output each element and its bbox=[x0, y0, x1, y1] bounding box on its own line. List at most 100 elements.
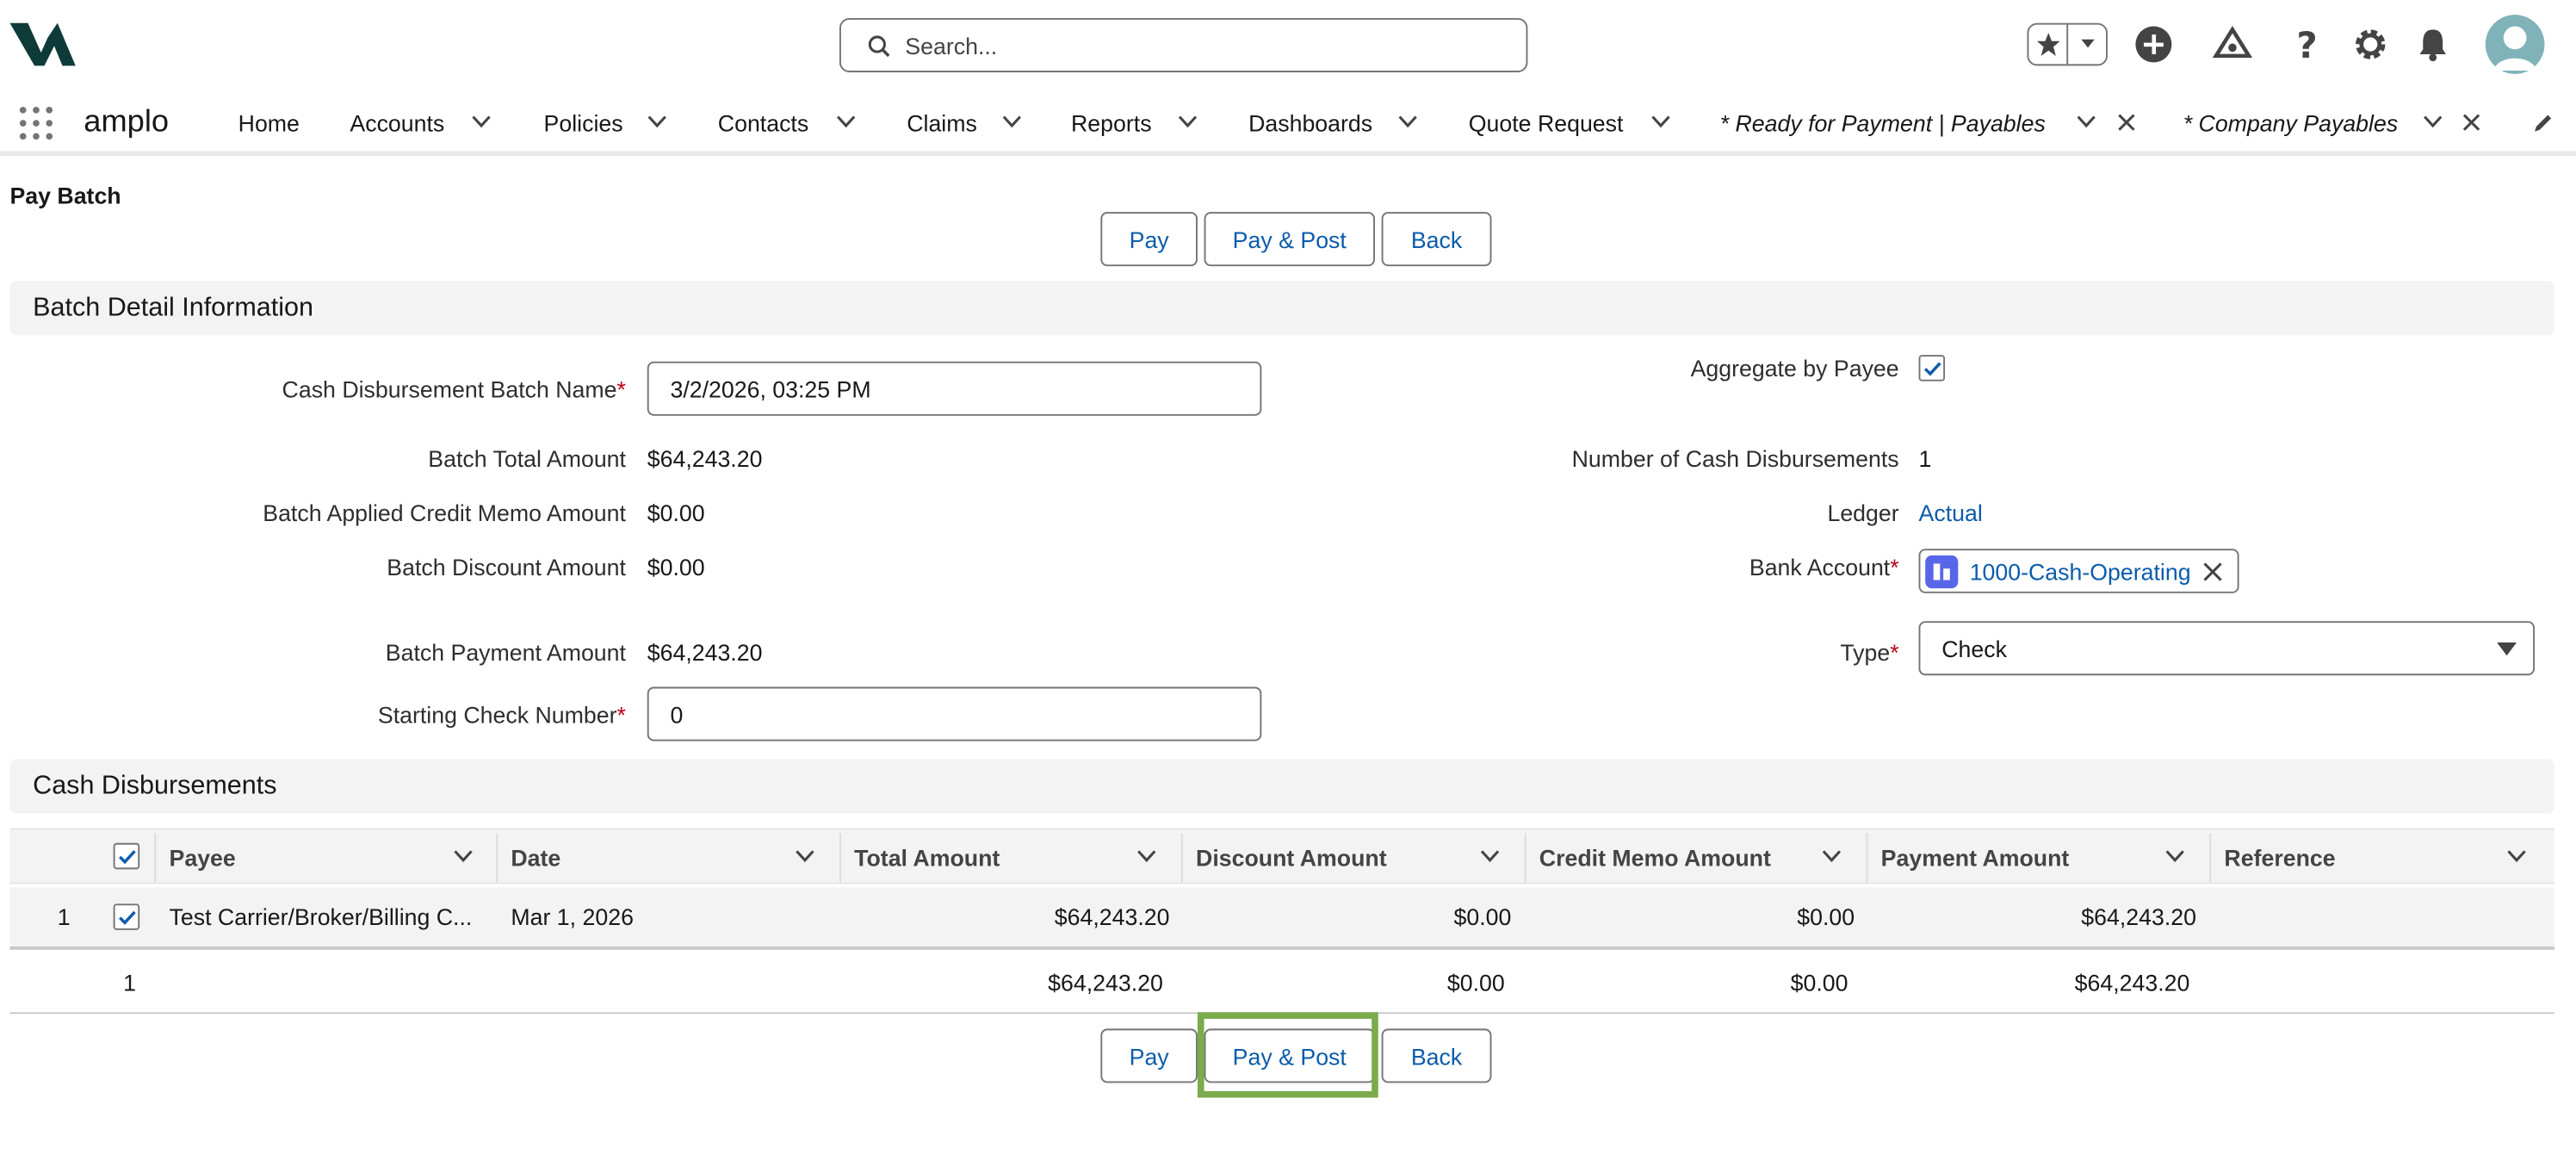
bank-account-pill[interactable]: 1000-Cash-Operating bbox=[1918, 549, 2239, 593]
star-icon[interactable] bbox=[2028, 24, 2069, 65]
nav-item-home[interactable]: Home bbox=[238, 110, 300, 137]
chevron-down-icon[interactable] bbox=[472, 115, 492, 128]
value-batch-total: $64,243.20 bbox=[647, 445, 763, 472]
trailhead-icon[interactable] bbox=[2211, 23, 2254, 66]
section-title: Batch Detail Information bbox=[33, 293, 313, 322]
chevron-down-icon[interactable] bbox=[1480, 849, 1500, 863]
back-button-bottom[interactable]: Back bbox=[1381, 1028, 1492, 1083]
chevron-down-icon bbox=[2497, 642, 2517, 656]
cell-discount: $0.00 bbox=[1453, 903, 1512, 930]
row-number: 1 bbox=[57, 903, 71, 930]
column-header-reference[interactable]: Reference bbox=[2209, 830, 2551, 886]
pay-and-post-button[interactable]: Pay & Post bbox=[1204, 212, 1375, 267]
logo-icon[interactable] bbox=[9, 20, 77, 69]
nav-item-reports[interactable]: Reports bbox=[1071, 110, 1152, 137]
chevron-down-icon[interactable] bbox=[2423, 115, 2443, 128]
value-number-of-disbursements: 1 bbox=[1918, 445, 1932, 472]
chevron-down-icon[interactable] bbox=[1822, 849, 1842, 863]
bell-icon[interactable] bbox=[2412, 23, 2455, 66]
chevron-down-icon[interactable] bbox=[836, 115, 856, 128]
page-title: Pay Batch bbox=[9, 182, 121, 209]
cell-payment: $64,243.20 bbox=[2081, 903, 2196, 930]
pay-button-bottom[interactable]: Pay bbox=[1100, 1028, 1198, 1083]
nav-item-quote-request[interactable]: Quote Request bbox=[1469, 110, 1624, 137]
label-credit-memo: Batch Applied Credit Memo Amount bbox=[263, 500, 626, 526]
label-batch-name: Cash Disbursement Batch Name* bbox=[282, 375, 626, 403]
value-payment-amount: $64,243.20 bbox=[647, 639, 763, 666]
section-batch-detail: Batch Detail Information bbox=[9, 281, 2554, 336]
label-payment-amount: Batch Payment Amount bbox=[385, 639, 626, 666]
back-button[interactable]: Back bbox=[1381, 212, 1492, 267]
pay-button[interactable]: Pay bbox=[1100, 212, 1198, 267]
select-all-checkbox[interactable] bbox=[113, 842, 140, 870]
label-batch-total: Batch Total Amount bbox=[428, 445, 626, 472]
row-checkbox[interactable] bbox=[113, 903, 140, 930]
chevron-down-icon[interactable] bbox=[1178, 115, 1198, 128]
highlight-box bbox=[1197, 1012, 1378, 1098]
nav-item-claims[interactable]: Claims bbox=[907, 110, 977, 137]
close-icon[interactable] bbox=[2202, 562, 2222, 581]
tab-ready-for-payment[interactable]: * Ready for Payment | Payables bbox=[1720, 110, 2046, 137]
aggregate-checkbox[interactable] bbox=[1918, 355, 1946, 382]
bank-account-link[interactable]: 1000-Cash-Operating bbox=[1970, 558, 2191, 585]
chevron-down-icon[interactable] bbox=[795, 849, 814, 863]
footer-credit-memo: $0.00 bbox=[1790, 969, 1848, 996]
batch-name-input[interactable]: 3/2/2026, 03:25 PM bbox=[647, 361, 1262, 416]
column-header-total[interactable]: Total Amount bbox=[839, 830, 1181, 886]
label-discount: Batch Discount Amount bbox=[387, 553, 626, 580]
nav-item-contacts[interactable]: Contacts bbox=[718, 110, 808, 137]
navigation-bar: amplo Home Accounts Policies Contacts Cl… bbox=[0, 90, 2576, 157]
column-header-payee[interactable]: Payee bbox=[154, 830, 496, 886]
chevron-down-icon[interactable] bbox=[1651, 115, 1671, 128]
close-icon[interactable] bbox=[2462, 114, 2480, 132]
bank-account-icon bbox=[1925, 554, 1959, 588]
app-name: amplo bbox=[84, 105, 170, 140]
footer-payment: $64,243.20 bbox=[2074, 969, 2190, 996]
label-aggregate-by-payee: Aggregate by Payee bbox=[1690, 355, 1899, 382]
table-header: Payee Date Total Amount Discount Amount … bbox=[9, 828, 2554, 886]
starting-check-input[interactable]: 0 bbox=[647, 686, 1262, 742]
ledger-link[interactable]: Actual bbox=[1919, 500, 1983, 526]
checkmark-icon bbox=[118, 849, 135, 864]
nav-item-accounts[interactable]: Accounts bbox=[350, 110, 444, 137]
column-header-payment[interactable]: Payment Amount bbox=[1866, 830, 2208, 886]
help-icon[interactable]: ? bbox=[2287, 23, 2330, 66]
table-footer-totals: 1 $64,243.20 $0.00 $0.00 $64,243.20 bbox=[9, 952, 2554, 1015]
column-header-credit-memo[interactable]: Credit Memo Amount bbox=[1525, 830, 1867, 886]
avatar-icon[interactable] bbox=[2485, 15, 2545, 74]
section-cash-disbursements: Cash Disbursements bbox=[9, 759, 2554, 814]
chevron-down-icon[interactable] bbox=[2068, 25, 2106, 65]
gear-icon[interactable] bbox=[2349, 23, 2392, 66]
cell-payee[interactable]: Test Carrier/Broker/Billing C... bbox=[170, 903, 473, 930]
app-launcher-icon[interactable] bbox=[18, 105, 54, 141]
type-select[interactable]: Check bbox=[1918, 621, 2536, 676]
cell-date: Mar 1, 2026 bbox=[511, 903, 634, 930]
chevron-down-icon[interactable] bbox=[2077, 115, 2096, 128]
edit-pencil-icon[interactable] bbox=[2531, 112, 2554, 135]
label-bank-account: Bank Account* bbox=[1749, 553, 1899, 580]
section-title: Cash Disbursements bbox=[33, 771, 277, 800]
chevron-down-icon[interactable] bbox=[454, 849, 474, 863]
close-icon[interactable] bbox=[2117, 114, 2135, 132]
nav-item-dashboards[interactable]: Dashboards bbox=[1248, 110, 1372, 137]
chevron-down-icon[interactable] bbox=[2165, 849, 2185, 863]
footer-count: 1 bbox=[123, 969, 136, 996]
checkmark-icon bbox=[118, 909, 135, 924]
plus-circle-icon[interactable] bbox=[2133, 23, 2176, 66]
chevron-down-icon[interactable] bbox=[1398, 115, 1418, 128]
column-header-discount[interactable]: Discount Amount bbox=[1181, 830, 1523, 886]
table-row[interactable]: 1 Test Carrier/Broker/Billing C... Mar 1… bbox=[9, 887, 2554, 950]
type-selected-value: Check bbox=[1941, 635, 2007, 661]
favorites-control[interactable] bbox=[2027, 22, 2108, 66]
tab-company-payables[interactable]: * Company Payables bbox=[2183, 110, 2398, 137]
column-header-date[interactable]: Date bbox=[496, 830, 838, 886]
cell-total: $64,243.20 bbox=[1054, 903, 1170, 930]
chevron-down-icon[interactable] bbox=[647, 115, 667, 128]
label-starting-check: Starting Check Number* bbox=[377, 701, 626, 729]
chevron-down-icon[interactable] bbox=[2507, 849, 2527, 863]
value-credit-memo: $0.00 bbox=[647, 500, 705, 526]
nav-item-policies[interactable]: Policies bbox=[544, 110, 623, 137]
search-input[interactable]: Search... bbox=[839, 17, 1528, 72]
chevron-down-icon[interactable] bbox=[1136, 849, 1156, 863]
chevron-down-icon[interactable] bbox=[1002, 115, 1022, 128]
